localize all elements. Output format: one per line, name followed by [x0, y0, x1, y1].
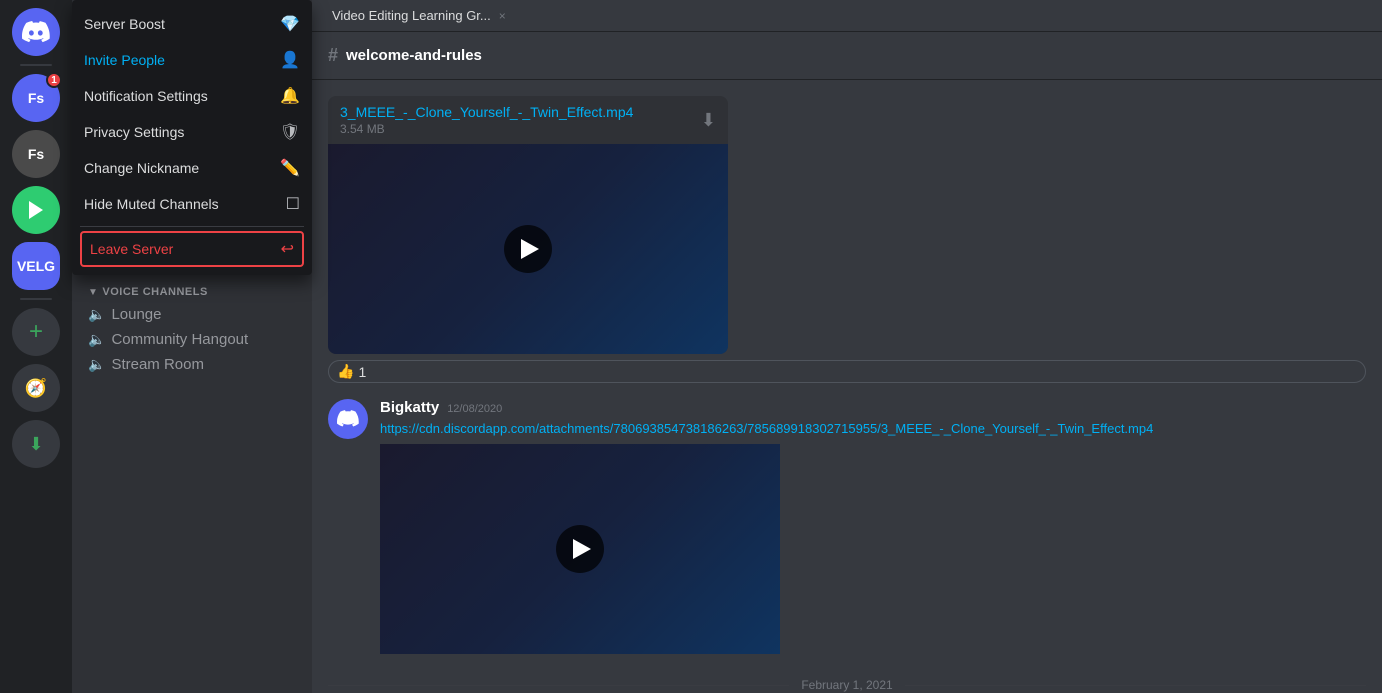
author-line: Bigkatty 12/08/2020 — [380, 399, 1366, 416]
message-group-1: 3_MEEE_-_Clone_Yourself_-_Twin_Effect.mp… — [328, 96, 1366, 383]
server-label: Fs — [28, 90, 44, 106]
voice-channels-label: VOICE CHANNELS — [102, 286, 207, 298]
checkbox-icon: ☐ — [286, 194, 300, 214]
leave-server-label: Leave Server — [90, 241, 173, 257]
stream-room-label: Stream Room — [111, 356, 204, 373]
attachment-filename: 3_MEEE_-_Clone_Yourself_-_Twin_Effect.mp… — [340, 104, 633, 120]
attachment-header: 3_MEEE_-_Clone_Yourself_-_Twin_Effect.mp… — [328, 96, 728, 144]
privacy-settings-label: Privacy Settings — [84, 124, 184, 140]
attachment-filesize: 3.54 MB — [340, 122, 633, 136]
discover-button[interactable]: 🧭 — [12, 364, 60, 412]
channel-name-label: welcome-and-rules — [346, 47, 482, 64]
channel-sidebar: Server Boost 💎 Invite People 👤 Notificat… — [72, 0, 312, 693]
tab-title: Video Editing Learning Gr... — [332, 8, 491, 23]
server-icon-fs1[interactable]: Fs 1 — [12, 74, 60, 122]
pencil-icon: ✏️ — [280, 158, 300, 178]
reaction-emoji: 👍 — [337, 363, 354, 380]
date-label: February 1, 2021 — [801, 678, 892, 692]
server-list: Fs 1 Fs VELG + 🧭 ⬇ — [0, 0, 72, 693]
speaker-icon: 🔈 — [88, 356, 105, 373]
reaction-count: 1 — [358, 364, 366, 380]
community-hangout-label: Community Hangout — [111, 331, 248, 348]
server-icon-velg[interactable]: VELG — [12, 242, 60, 290]
voice-channels-section: ▼ VOICE CHANNELS 🔈 Lounge 🔈 Community Ha… — [72, 282, 312, 377]
lounge-label: Lounge — [111, 306, 161, 323]
speaker-icon: 🔈 — [88, 331, 105, 348]
voice-channels-category[interactable]: ▼ VOICE CHANNELS — [72, 282, 312, 302]
lounge-channel[interactable]: 🔈 Lounge — [80, 302, 304, 327]
server-divider — [20, 64, 52, 66]
video-preview-2[interactable] — [380, 444, 780, 654]
date-divider: February 1, 2021 — [328, 678, 1366, 692]
tab-close-button[interactable]: × — [499, 9, 506, 23]
message-content-bigkatty: Bigkatty 12/08/2020 https://cdn.discorda… — [380, 399, 1366, 654]
stream-room-channel[interactable]: 🔈 Stream Room — [80, 352, 304, 377]
invite-people-item[interactable]: Invite People 👤 — [72, 42, 312, 78]
hide-muted-channels-item[interactable]: Hide Muted Channels ☐ — [72, 186, 312, 222]
change-nickname-label: Change Nickname — [84, 160, 199, 176]
message-group-2: Bigkatty 12/08/2020 https://cdn.discorda… — [328, 399, 1366, 654]
attachment-card: 3_MEEE_-_Clone_Yourself_-_Twin_Effect.mp… — [328, 96, 728, 354]
invite-people-label: Invite People — [84, 52, 165, 68]
top-bar: # welcome-and-rules — [312, 32, 1382, 80]
change-nickname-item[interactable]: Change Nickname ✏️ — [72, 150, 312, 186]
community-hangout-channel[interactable]: 🔈 Community Hangout — [80, 327, 304, 352]
shield-icon: 🛡 — [280, 122, 300, 142]
channel-hash-icon: # — [328, 45, 338, 66]
video-preview-1[interactable] — [328, 144, 728, 354]
server-label: Fs — [28, 146, 44, 162]
window-tab: Video Editing Learning Gr... × — [312, 0, 1382, 32]
download-icon[interactable]: ⬇ — [701, 110, 716, 131]
privacy-settings-item[interactable]: Privacy Settings 🛡 — [72, 114, 312, 150]
leave-server-item[interactable]: Leave Server ↩ — [80, 231, 304, 267]
notification-settings-item[interactable]: Notification Settings 🔔 — [72, 78, 312, 114]
channel-name-header: # welcome-and-rules — [328, 45, 482, 66]
reaction-thumbsup[interactable]: 👍 1 — [328, 360, 1366, 383]
active-tab[interactable]: Video Editing Learning Gr... × — [324, 4, 514, 27]
server-boost-label: Server Boost — [84, 16, 165, 32]
divider-line-right — [905, 685, 1366, 686]
server-divider-2 — [20, 298, 52, 300]
download-button[interactable]: ⬇ — [12, 420, 60, 468]
speaker-icon: 🔈 — [88, 306, 105, 323]
notification-badge: 1 — [46, 72, 62, 88]
server-label: VELG — [17, 258, 55, 274]
server-icon-green[interactable] — [12, 186, 60, 234]
discord-home-button[interactable] — [12, 8, 60, 56]
hide-muted-channels-label: Hide Muted Channels — [84, 196, 219, 212]
message-timestamp: 12/08/2020 — [447, 403, 502, 415]
bell-icon: 🔔 — [280, 86, 300, 106]
invite-icon: 👤 — [280, 50, 300, 70]
add-server-button[interactable]: + — [12, 308, 60, 356]
notification-settings-label: Notification Settings — [84, 88, 208, 104]
server-icon-fs2[interactable]: Fs — [12, 130, 60, 178]
leave-icon: ↩ — [281, 239, 294, 259]
play-button[interactable] — [504, 225, 552, 273]
server-boost-item[interactable]: Server Boost 💎 — [72, 6, 312, 42]
main-content: Video Editing Learning Gr... × # welcome… — [312, 0, 1382, 693]
play-button-2[interactable] — [556, 525, 604, 573]
author-name: Bigkatty — [380, 399, 439, 416]
divider-line-left — [328, 685, 789, 686]
menu-divider — [80, 226, 304, 227]
server-context-menu: Server Boost 💎 Invite People 👤 Notificat… — [72, 0, 312, 275]
category-chevron: ▼ — [88, 287, 98, 298]
boost-icon: 💎 — [280, 14, 300, 34]
message-link[interactable]: https://cdn.discordapp.com/attachments/7… — [380, 421, 1153, 436]
avatar-bigkatty — [328, 399, 368, 439]
messages-area[interactable]: 3_MEEE_-_Clone_Yourself_-_Twin_Effect.mp… — [312, 80, 1382, 693]
